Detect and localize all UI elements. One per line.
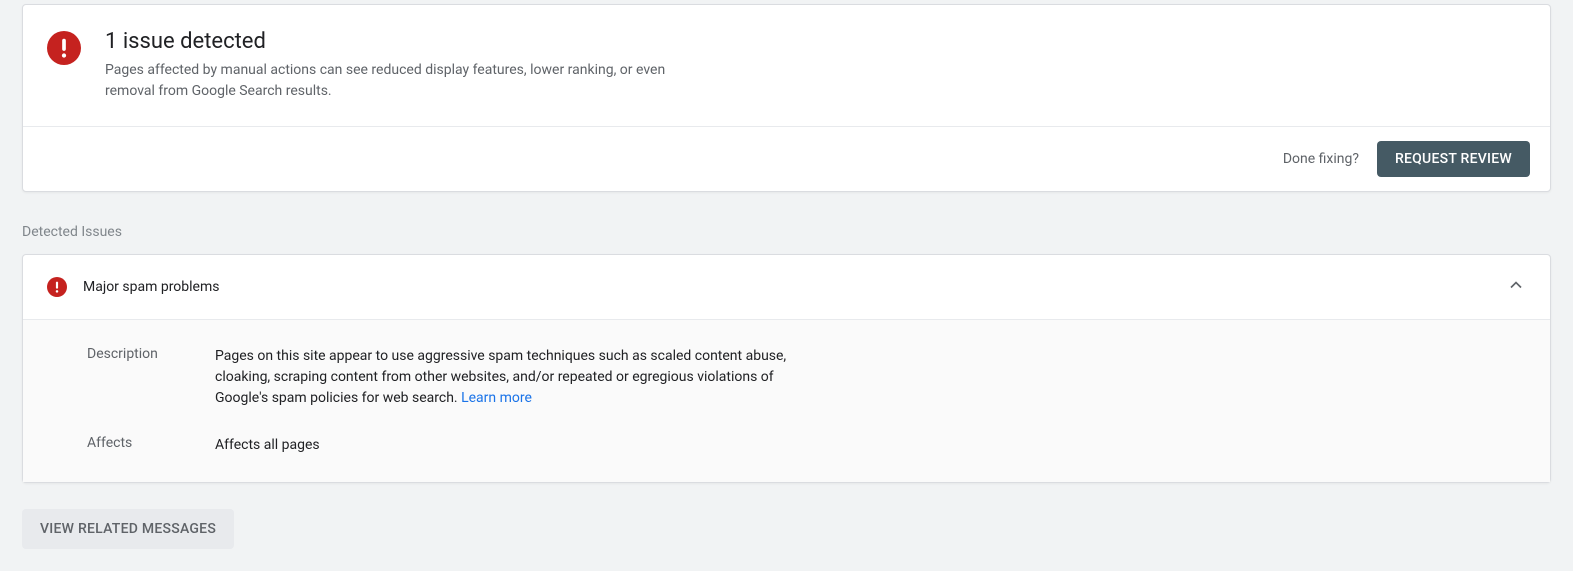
issue-summary-header: 1 issue detected Pages affected by manua… (23, 5, 1550, 126)
issue-summary-card: 1 issue detected Pages affected by manua… (22, 4, 1551, 192)
learn-more-link[interactable]: Learn more (461, 390, 532, 406)
issue-summary-title: 1 issue detected (105, 29, 1526, 54)
issue-affects-row: Affects Affects all pages (47, 435, 1526, 456)
view-related-messages-button[interactable]: VIEW RELATED MESSAGES (22, 509, 234, 549)
issue-summary-description: Pages affected by manual actions can see… (105, 60, 685, 102)
done-fixing-label: Done fixing? (1283, 151, 1359, 167)
alert-icon (47, 277, 67, 297)
issue-item-header[interactable]: Major spam problems (23, 255, 1550, 319)
issue-item-title: Major spam problems (83, 279, 1506, 295)
issue-description-row: Description Pages on this site appear to… (47, 346, 1526, 409)
affects-label: Affects (47, 435, 215, 456)
issue-item-body: Description Pages on this site appear to… (23, 319, 1550, 482)
chevron-up-icon (1506, 275, 1526, 299)
affects-value: Affects all pages (215, 435, 795, 456)
request-review-button[interactable]: REQUEST REVIEW (1377, 141, 1530, 177)
issue-summary-text: 1 issue detected Pages affected by manua… (105, 29, 1526, 102)
description-value: Pages on this site appear to use aggress… (215, 346, 795, 409)
issue-item-card: Major spam problems Description Pages on… (22, 254, 1551, 483)
issue-summary-actions: Done fixing? REQUEST REVIEW (23, 126, 1550, 191)
detected-issues-label: Detected Issues (22, 224, 1551, 240)
description-label: Description (47, 346, 215, 409)
alert-icon (47, 31, 81, 65)
